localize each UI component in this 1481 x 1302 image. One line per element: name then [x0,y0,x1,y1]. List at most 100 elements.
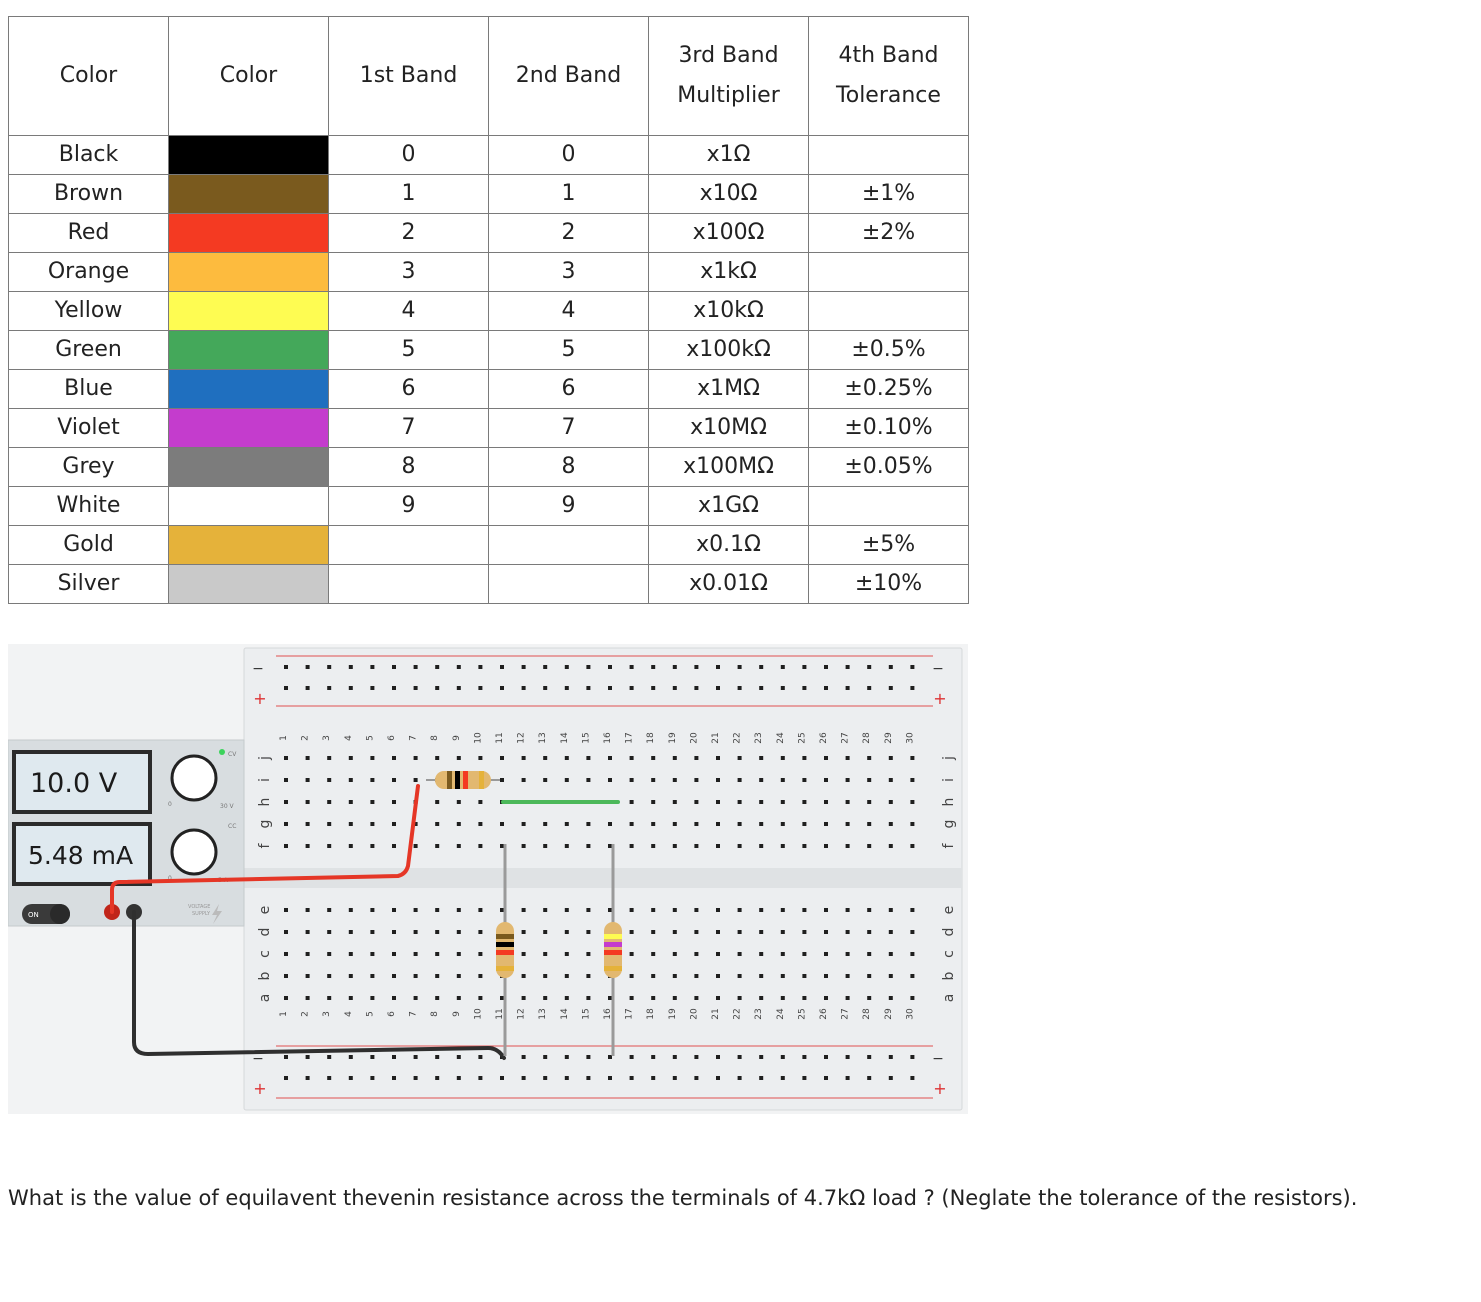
terminal-hole [305,756,310,760]
terminal-hole [802,930,807,934]
rail-hole [737,1055,742,1059]
terminal-hole [737,908,742,912]
terminal-hole [672,996,677,1000]
color-swatch-cell [168,564,329,604]
rail-hole [759,665,764,669]
terminal-hole [392,756,396,760]
top-column-number: 17 [625,732,635,743]
rail-hole [543,1055,548,1059]
bottom-column-number: 7 [409,1011,419,1017]
terminal-hole [910,778,915,782]
tolerance-cell: ±2% [808,213,969,253]
top-column-number: 19 [668,732,678,744]
terminal-hole [435,974,440,978]
rail-hole [780,686,785,690]
terminal-hole [543,996,548,1000]
rail-hole [435,665,440,669]
table-header-cell: 2nd Band [488,16,649,136]
rail-hole [824,1076,828,1080]
terminal-hole [305,996,310,1000]
terminal-hole [413,844,418,848]
terminal-hole [370,996,375,1000]
cc-label: CC [228,823,236,830]
table-row: Blue 6 6 x1MΩ ±0.25% [8,369,969,409]
top-column-number: 21 [711,732,721,743]
rail-hole [802,686,807,690]
first-band-cell: 3 [328,252,489,292]
terminal-hole [824,996,828,1000]
color-swatch-cell [168,369,329,409]
table-header-cell: 3rd Band Multiplier [648,16,809,136]
terminal-hole [694,756,699,760]
tolerance-cell [808,135,969,175]
horizontal-resistor-band [447,771,452,789]
terminal-hole [500,844,504,848]
bottom-column-number: 8 [430,1011,440,1017]
rail-hole [716,686,720,690]
rail-hole [888,1055,893,1059]
right-vertical-resistor-band [604,966,622,971]
top-rail-plus-label: + [933,689,946,708]
first-band-cell: 9 [328,486,489,526]
terminal-hole [716,756,720,760]
terminal-hole [802,974,807,978]
terminal-hole [284,930,288,934]
terminal-hole [435,996,440,1000]
terminal-hole [737,930,742,934]
terminal-hole [413,778,418,782]
rail-hole [651,1055,656,1059]
terminal-hole [608,756,612,760]
terminal-hole [348,974,353,978]
rail-hole [586,665,591,669]
terminal-hole [543,930,548,934]
first-band-cell: 8 [328,447,489,487]
top-column-number: 3 [322,735,332,741]
terminal-hole [413,996,418,1000]
terminal-hole [910,756,915,760]
bottom-column-number: 26 [819,1008,829,1020]
rail-hole [370,686,375,690]
terminal-hole [327,778,332,782]
top-column-number: 10 [473,732,483,744]
terminal-hole [802,822,807,826]
terminal-hole [867,974,872,978]
terminal-hole [370,800,375,804]
terminal-hole [780,952,785,956]
terminal-hole [672,974,677,978]
rail-hole [284,1055,288,1059]
terminal-hole [824,974,828,978]
top-rail-plus-label: + [253,689,266,708]
terminal-hole [586,778,591,782]
tolerance-cell [808,486,969,526]
row-letter-label: b [941,971,957,980]
color-swatch-cell [168,525,329,565]
terminal-hole [651,800,656,804]
right-vertical-resistor-band [604,934,622,939]
terminal-hole [780,822,785,826]
terminal-hole [348,908,353,912]
terminal-hole [543,844,548,848]
row-letter-label: j [941,756,957,761]
terminal-hole [716,996,720,1000]
terminal-hole [564,930,569,934]
rail-hole [629,1055,634,1059]
terminal-hole [284,756,288,760]
rail-hole [543,665,548,669]
rail-hole [824,686,828,690]
terminal-hole [802,908,807,912]
terminal-hole [737,822,742,826]
multiplier-cell: x1Ω [648,135,809,175]
terminal-hole [456,952,461,956]
terminal-hole [370,974,375,978]
terminal-hole [888,844,893,848]
multiplier-cell: x1GΩ [648,486,809,526]
current-reading: 5.48 mA [28,841,133,870]
terminal-hole [284,844,288,848]
rail-hole [435,1076,440,1080]
terminal-hole [284,952,288,956]
first-band-cell: 1 [328,174,489,214]
tolerance-cell [808,291,969,331]
terminal-hole [910,800,915,804]
rail-hole [802,1076,807,1080]
color-swatch-cell [168,213,329,253]
